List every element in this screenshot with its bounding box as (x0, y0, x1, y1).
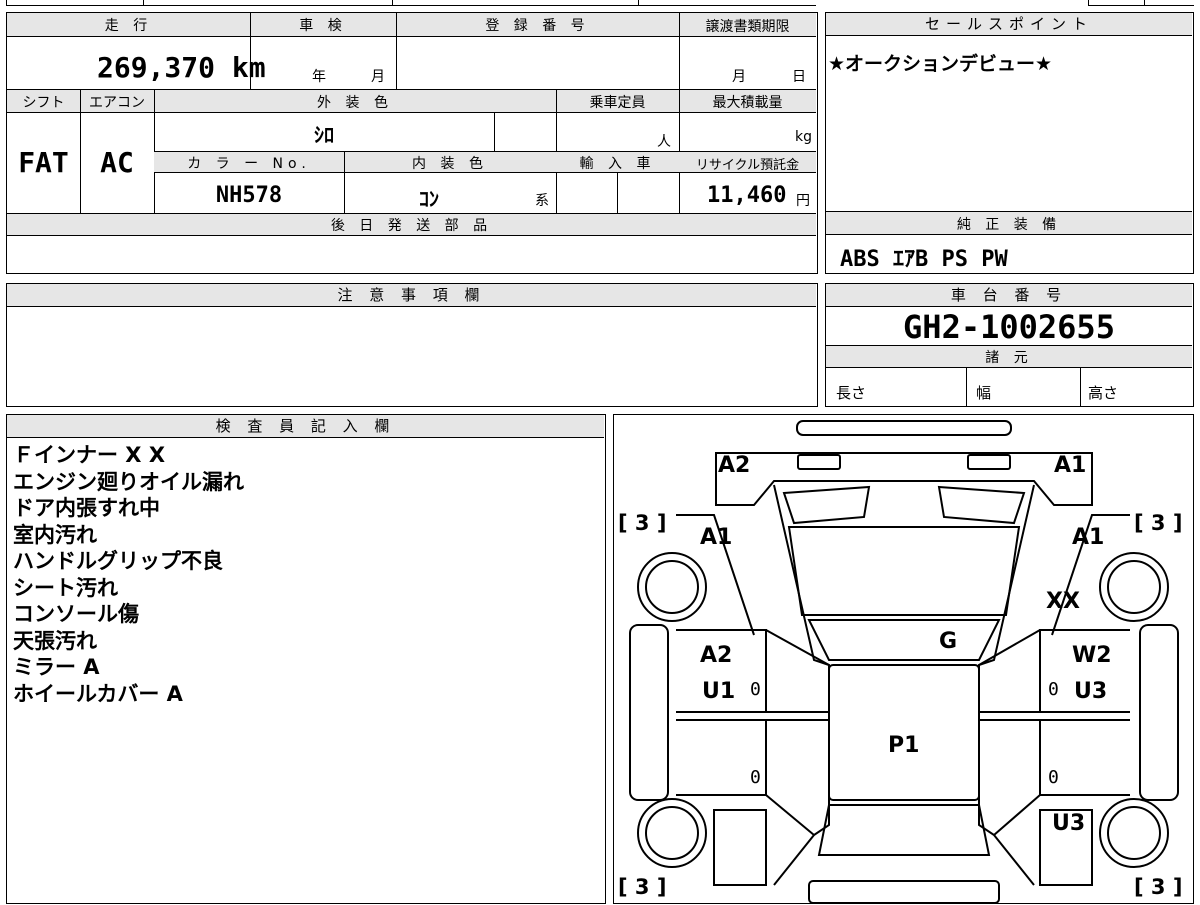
tire-label: [ 3 ] (618, 511, 667, 535)
top-strip (6, 0, 1194, 8)
chassis-box: 車 台 番 号 GH2-1002655 諸 元 長さ 幅 高さ (825, 283, 1194, 407)
mark-roof: P1 (888, 733, 920, 758)
deadline-day-label: 日 (792, 69, 806, 85)
equipment-value: ABS ｴｱB PS PW (840, 247, 1008, 272)
mileage-header: 走 行 (104, 18, 153, 34)
sales-point-value: ★オークションデビュー★ (828, 53, 1053, 75)
zero-mark: 0 (1048, 767, 1059, 788)
inspector-header: 検 査 員 記 入 欄 (7, 415, 604, 438)
inspector-line: ミラー A (13, 655, 100, 679)
interior-color-value: ｺﾝ (419, 187, 439, 211)
mark-glass: G (939, 629, 958, 654)
mark-rear-right: U3 (1052, 811, 1086, 836)
spec-width-label: 幅 (976, 384, 992, 402)
capacity-unit: 人 (657, 134, 671, 150)
tire-label: [ 3 ] (618, 875, 667, 899)
mark-door-left-2: U1 (702, 679, 736, 704)
inspector-line: ホイールカバー A (13, 681, 183, 706)
inspection-month-label: 月 (371, 69, 385, 85)
inspection-year-label: 年 (312, 69, 326, 85)
exterior-color-header: 外 装 色 (317, 95, 393, 111)
recycle-header: リサイクル預託金 (695, 158, 800, 173)
inspector-box: 検 査 員 記 入 欄 Ｆインナー X X エンジン廻りオイル漏れ ドア内張すれ… (6, 414, 606, 904)
exterior-color-value: ｼﾛ (314, 123, 334, 147)
notes-header: 注 意 事 項 欄 (7, 284, 816, 307)
inspector-line: 天張汚れ (13, 628, 97, 653)
registration-header: 登 録 番 号 (485, 18, 590, 34)
mark-fender-left: A1 (700, 525, 733, 550)
recycle-unit: 円 (796, 193, 810, 209)
inspector-line: 室内汚れ (13, 522, 97, 547)
zero-mark: 0 (750, 767, 761, 788)
mark-front-right: A1 (1054, 453, 1087, 478)
mark-fender-right: A1 (1072, 525, 1105, 550)
import-header: 輸 入 車 (579, 156, 656, 172)
aircon-header: エアコン (89, 95, 145, 111)
recycle-value: 11,460 (707, 183, 787, 208)
inspector-line: ハンドルグリップ不良 (13, 549, 223, 573)
mark-door-left-1: A2 (700, 643, 733, 668)
later-parts-header: 後 日 発 送 部 品 (330, 218, 493, 234)
tire-label: [ 3 ] (1134, 875, 1183, 899)
interior-color-header: 内 装 色 (412, 156, 488, 172)
mileage-value: 269,370 km (97, 51, 266, 84)
inspector-line: シート汚れ (13, 575, 118, 600)
deadline-month-label: 月 (732, 69, 746, 85)
mark-right-xx: XX (1046, 589, 1080, 614)
capacity-header: 乗車定員 (589, 95, 646, 111)
spec-height-label: 高さ (1088, 384, 1119, 402)
color-no-header: カ ラ ー No. (187, 156, 311, 172)
equipment-header: 純 正 装 備 (956, 217, 1062, 233)
inspector-line: エンジン廻りオイル漏れ (13, 469, 244, 494)
zero-mark: 0 (750, 679, 761, 700)
sales-point-box: セールスポイント ★オークションデビュー★ 純 正 装 備 ABS ｴｱB PS… (825, 12, 1194, 274)
inspector-line: コンソール傷 (13, 602, 139, 626)
spec-length-label: 長さ (836, 384, 867, 402)
aircon-value: AC (100, 146, 134, 179)
tire-label: [ 3 ] (1134, 511, 1183, 535)
inspector-line: ドア内張すれ中 (13, 496, 160, 520)
mark-front-left: A2 (718, 453, 751, 478)
mark-door-right-1: W2 (1072, 643, 1112, 668)
sales-point-header: セールスポイント (826, 13, 1192, 36)
chassis-header: 車 台 番 号 (826, 284, 1192, 307)
vehicle-info-table: 走 行 車 検 登 録 番 号 譲渡書類期限 269,370 km 年 月 月 … (6, 12, 818, 274)
transfer-deadline-header: 譲渡書類期限 (705, 19, 790, 35)
inspector-line: Ｆインナー X X (13, 443, 166, 467)
inspector-notes: Ｆインナー X X エンジン廻りオイル漏れ ドア内張すれ中 室内汚れ ハンドルグ… (13, 442, 244, 707)
chassis-value: GH2-1002655 (903, 308, 1115, 346)
interior-color-suffix: 系 (535, 193, 549, 209)
max-load-header: 最大積載量 (712, 95, 783, 111)
inspection-header: 車 検 (299, 18, 347, 34)
color-no-value: NH578 (215, 183, 283, 208)
shift-value: FAT (18, 146, 69, 179)
notes-box: 注 意 事 項 欄 (6, 283, 818, 407)
specs-header: 諸 元 (985, 350, 1033, 366)
shift-header: シフト (22, 95, 65, 111)
car-diagram-box: A2 A1 A1 A1 XX G A2 U1 W2 U3 P1 U3 0 0 0… (613, 414, 1194, 904)
mark-door-right-2: U3 (1074, 679, 1108, 704)
max-load-unit: kg (795, 129, 812, 145)
zero-mark: 0 (1048, 679, 1059, 700)
